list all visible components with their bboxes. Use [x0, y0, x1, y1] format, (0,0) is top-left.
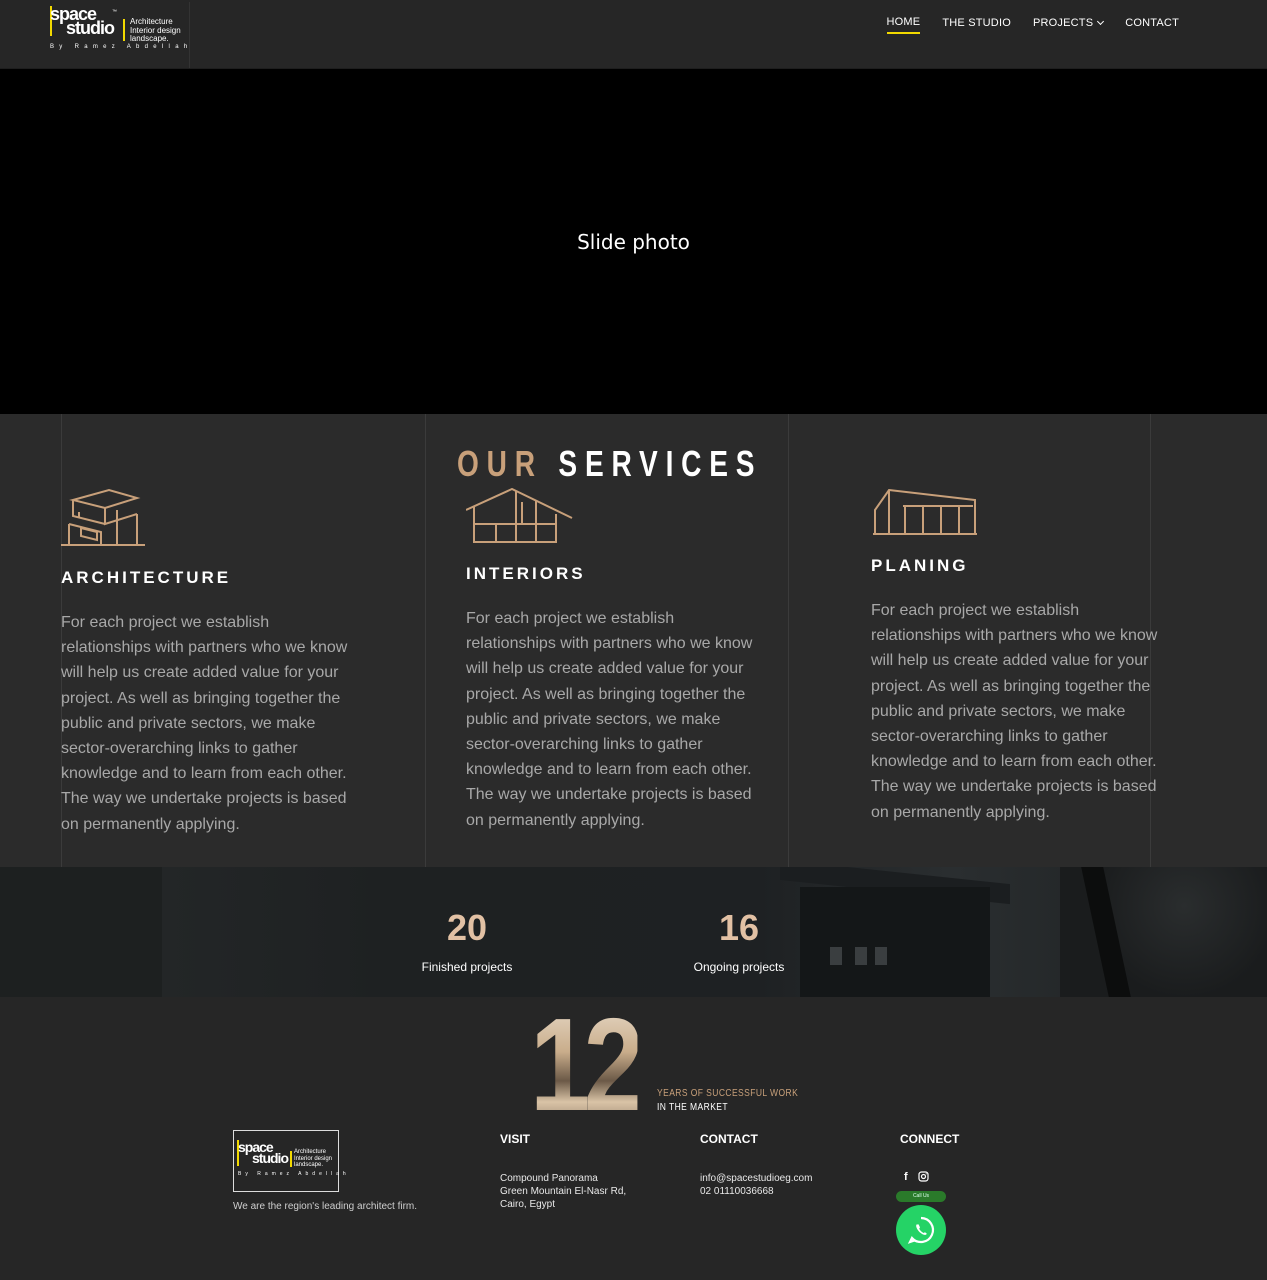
logo-word-studio: studio: [66, 18, 115, 38]
nav-label: THE STUDIO: [942, 17, 1011, 29]
whatsapp-button[interactable]: [896, 1205, 946, 1255]
site-logo[interactable]: space ™ studio Architecture Interior des…: [48, 2, 190, 68]
logo-sub-line: landscape.: [130, 34, 169, 43]
whatsapp-icon: [907, 1216, 935, 1244]
years-caption-line2: IN THE MARKET: [657, 1102, 729, 1113]
service-title: INTERIORS: [466, 564, 586, 583]
counter-value: 16: [718, 907, 760, 948]
planing-icon: [873, 488, 977, 535]
address-line: Cairo, Egypt: [500, 1199, 556, 1210]
services-heading-part1: OUR: [457, 443, 543, 484]
services-heading-part2: SERVICES: [558, 443, 763, 484]
nav-label: HOME: [886, 16, 921, 28]
logo-subtitle: Architecture Interior design landscape.: [294, 1149, 332, 1169]
logo-sub-line: landscape.: [294, 1162, 324, 1168]
background-window: [875, 947, 887, 965]
nav-home[interactable]: HOME: [886, 16, 921, 34]
hero-placeholder-text: Slide photo: [577, 229, 690, 254]
social-links: f: [904, 1171, 929, 1185]
logo-bar: [290, 1151, 292, 1167]
logo-subtitle: Architecture Interior design landscape.: [130, 17, 181, 44]
hero-slider[interactable]: Slide photo: [0, 69, 1267, 414]
background-building: [800, 887, 990, 997]
nav-projects[interactable]: PROJECTS: [1032, 16, 1105, 34]
counter-value: 20: [446, 907, 488, 948]
chat-label: Call Us: [896, 1191, 946, 1202]
service-description: For each project we establish relationsh…: [466, 610, 753, 829]
counter-label: Ongoing projects: [693, 960, 785, 974]
footer-contact-info: info@spacestudioeg.com 02 01110036668: [700, 1172, 812, 1198]
counter-label: Finished projects: [421, 960, 513, 974]
contact-phone-link[interactable]: 02 01110036668: [700, 1185, 812, 1198]
footer-tagline: We are the region's leading architect fi…: [233, 1201, 418, 1212]
years-number: 12: [530, 991, 644, 1138]
footer-connect-heading: CONNECT: [900, 1132, 960, 1146]
instagram-icon[interactable]: [918, 1171, 929, 1185]
footer-contact-heading: CONTACT: [700, 1132, 758, 1146]
logo-trademark: ™: [112, 9, 117, 15]
background-window: [855, 947, 867, 965]
nav-label: PROJECTS: [1032, 17, 1094, 29]
years-section: 12 YEARS OF SUCCESSFUL WORK IN THE MARKE…: [0, 997, 1267, 1131]
facebook-icon[interactable]: f: [904, 1171, 908, 1185]
logo-byline: By Ramez Abdellah: [238, 1171, 350, 1177]
architecture-icon: [61, 488, 145, 546]
service-description: For each project we establish relationsh…: [871, 602, 1158, 821]
site-header: space ™ studio Architecture Interior des…: [0, 0, 1267, 69]
service-title: PLANING: [871, 556, 969, 575]
nav-contact[interactable]: CONTACT: [1125, 16, 1179, 34]
nav-the-studio[interactable]: THE STUDIO: [942, 16, 1011, 34]
footer-address: Compound Panorama Green Mountain El-Nasr…: [500, 1172, 626, 1211]
counter-ongoing: 16 Ongoing projects: [659, 907, 819, 975]
service-description: For each project we establish relationsh…: [61, 614, 348, 833]
service-planing: PLANING For each project we establish re…: [871, 488, 1161, 825]
address-line: Compound Panorama: [500, 1173, 598, 1184]
footer-visit-heading: VISIT: [500, 1132, 531, 1146]
logo-bar: [123, 19, 125, 41]
nav-label: CONTACT: [1125, 17, 1179, 29]
logo-word-studio: studio: [252, 1150, 289, 1166]
service-interiors: INTERIORS For each project we establish …: [466, 488, 756, 833]
footer-logo[interactable]: space studio Architecture Interior desig…: [233, 1130, 346, 1192]
services-heading: OUR SERVICES: [457, 443, 762, 485]
main-nav: HOME THE STUDIO PROJECTS CONTACT: [886, 16, 1179, 34]
background-strip: [0, 867, 162, 997]
column-divider: [425, 414, 426, 867]
years-caption-line1: YEARS OF SUCCESSFUL WORK: [657, 1088, 799, 1099]
chevron-down-icon: [1097, 17, 1105, 26]
counters-section: 20 Finished projects 16 Ongoing projects: [0, 867, 1267, 997]
service-title: ARCHITECTURE: [61, 568, 232, 587]
logo-byline: By Ramez Abdellah: [50, 44, 193, 50]
service-architecture: ARCHITECTURE For each project we establi…: [61, 488, 351, 837]
contact-email-link[interactable]: info@spacestudioeg.com: [700, 1172, 812, 1185]
counter-finished: 20 Finished projects: [387, 907, 547, 975]
interiors-icon: [466, 488, 573, 543]
address-line: Green Mountain El-Nasr Rd,: [500, 1186, 627, 1197]
column-divider: [788, 414, 789, 867]
background-window: [830, 947, 842, 965]
site-footer: space studio Architecture Interior desig…: [0, 1124, 1267, 1280]
